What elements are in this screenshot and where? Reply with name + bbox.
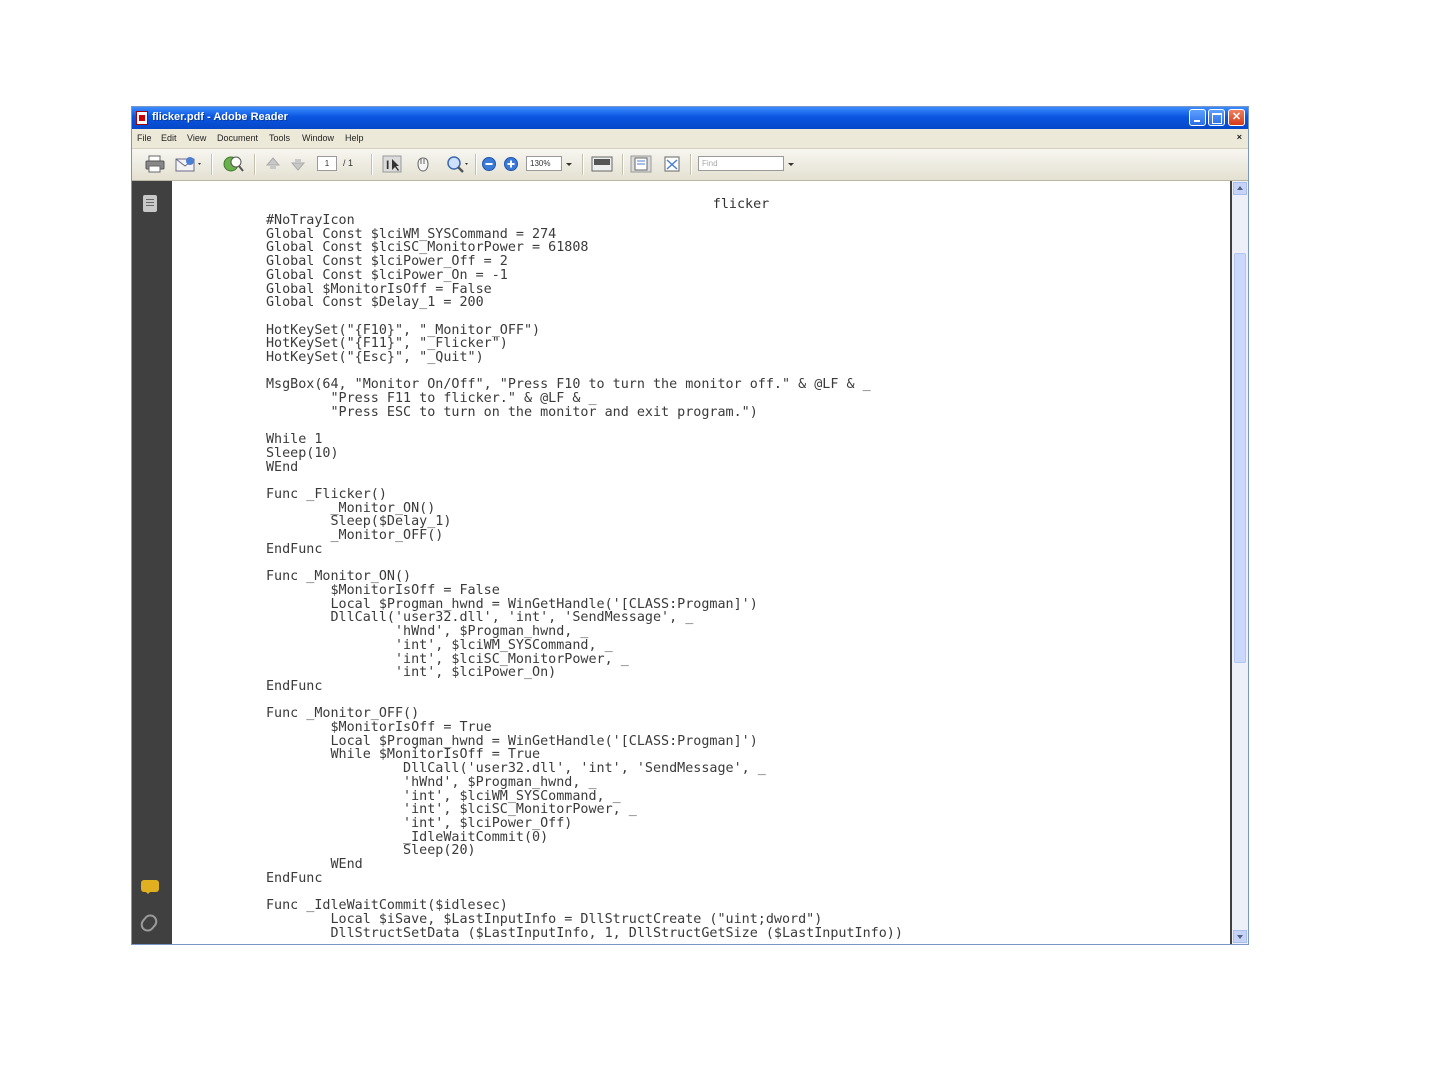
code-listing: #NoTrayIcon Global Const $lciWM_SYSComma… bbox=[266, 213, 903, 941]
menu-window[interactable]: Window bbox=[302, 133, 334, 143]
adobe-reader-icon bbox=[136, 111, 148, 125]
page-total: / 1 bbox=[343, 158, 354, 168]
zoom-tool-icon[interactable] bbox=[445, 155, 469, 173]
fit-page-icon[interactable] bbox=[590, 155, 614, 173]
scroll-up-button[interactable] bbox=[1233, 182, 1247, 195]
next-page-icon[interactable] bbox=[289, 155, 307, 173]
find-options-chevron-icon[interactable] bbox=[786, 155, 796, 173]
document-close-button[interactable]: × bbox=[1237, 132, 1242, 142]
toolbar: 1 / 1 I 130% Find bbox=[132, 149, 1248, 181]
full-screen-icon[interactable] bbox=[662, 155, 682, 173]
pages-icon[interactable] bbox=[143, 195, 157, 212]
title-bar[interactable]: flicker.pdf - Adobe Reader ✕ bbox=[132, 107, 1248, 129]
hand-tool-icon[interactable] bbox=[413, 155, 433, 173]
single-page-icon[interactable] bbox=[630, 155, 652, 173]
vertical-scrollbar[interactable] bbox=[1232, 181, 1248, 944]
scroll-thumb[interactable] bbox=[1234, 253, 1246, 663]
page-number-input[interactable]: 1 bbox=[317, 156, 337, 171]
menu-tools[interactable]: Tools bbox=[269, 133, 290, 143]
minimize-button[interactable] bbox=[1189, 109, 1206, 126]
search-globe-icon[interactable] bbox=[221, 155, 245, 173]
svg-text:I: I bbox=[386, 158, 389, 172]
navigation-pane bbox=[132, 181, 172, 944]
menu-bar: File Edit View Document Tools Window Hel… bbox=[132, 129, 1248, 149]
chevron-down-icon[interactable] bbox=[564, 155, 574, 173]
adobe-reader-window: flicker.pdf - Adobe Reader ✕ File Edit V… bbox=[132, 107, 1248, 944]
document-title: flicker bbox=[712, 197, 770, 212]
print-icon[interactable] bbox=[144, 155, 166, 173]
zoom-out-icon[interactable] bbox=[481, 155, 497, 173]
find-input[interactable]: Find bbox=[698, 156, 784, 171]
email-icon[interactable] bbox=[174, 155, 202, 173]
menu-file[interactable]: File bbox=[137, 133, 152, 143]
attachments-icon[interactable] bbox=[137, 911, 161, 935]
menu-view[interactable]: View bbox=[187, 133, 206, 143]
previous-page-icon[interactable] bbox=[264, 155, 282, 173]
window-title: flicker.pdf - Adobe Reader bbox=[152, 111, 288, 123]
zoom-level-select[interactable]: 130% bbox=[526, 156, 562, 171]
menu-edit[interactable]: Edit bbox=[161, 133, 177, 143]
document-viewer[interactable]: flicker #NoTrayIcon Global Const $lciWM_… bbox=[172, 181, 1232, 944]
close-button[interactable]: ✕ bbox=[1228, 109, 1245, 126]
menu-help[interactable]: Help bbox=[345, 133, 364, 143]
scroll-down-button[interactable] bbox=[1233, 930, 1247, 943]
comments-icon[interactable] bbox=[141, 880, 159, 894]
menu-document[interactable]: Document bbox=[217, 133, 258, 143]
maximize-button[interactable] bbox=[1208, 109, 1225, 126]
zoom-in-icon[interactable] bbox=[503, 155, 519, 173]
select-tool-icon[interactable]: I bbox=[382, 155, 402, 173]
